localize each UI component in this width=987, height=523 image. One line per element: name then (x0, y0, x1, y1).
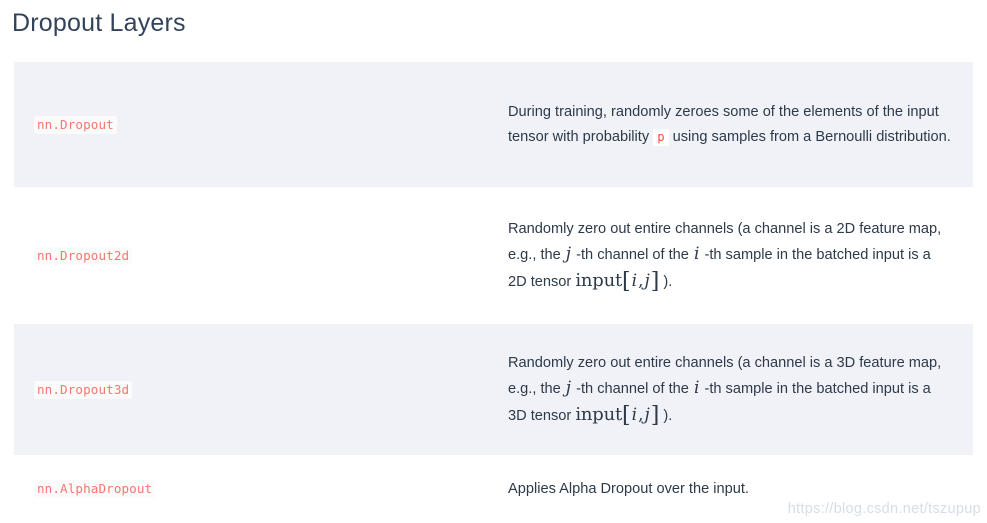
api-description-cell: Applies Alpha Dropout over the input. (508, 455, 973, 523)
description-text-segment: using samples from a Bernoulli distribut… (668, 128, 951, 145)
api-name-cell: nn.Dropout2d (14, 187, 508, 324)
math-index-i: i (631, 404, 638, 425)
api-name-link[interactable]: nn.AlphaDropout (34, 480, 156, 498)
api-description-cell: Randomly zero out entire channels (a cha… (508, 187, 973, 324)
math-input-label: input (575, 269, 623, 291)
api-description-cell: During training, randomly zeroes some of… (508, 62, 973, 187)
dropout-layers-table: nn.Dropout During training, randomly zer… (14, 62, 973, 523)
description-text-segment: ). (659, 273, 673, 290)
table-row[interactable]: nn.Dropout2d Randomly zero out entire ch… (14, 187, 973, 324)
api-name-link[interactable]: nn.Dropout (34, 115, 117, 134)
math-left-bracket: [ (622, 268, 631, 294)
math-symbol-j: j (565, 377, 572, 398)
api-name-cell: nn.Dropout (14, 62, 508, 187)
description-text-segment: -th channel of the (572, 380, 693, 397)
math-symbol-j: j (565, 243, 572, 264)
doc-page: Dropout Layers nn.Dropout During trainin… (0, 0, 987, 523)
description-text-segment: -th channel of the (572, 246, 693, 263)
description-text-segment: Applies Alpha Dropout over the input. (508, 480, 749, 497)
api-name-cell: nn.Dropout3d (14, 324, 508, 455)
math-index-j: j (644, 404, 650, 425)
table-row[interactable]: nn.AlphaDropout Applies Alpha Dropout ov… (14, 455, 973, 523)
math-left-bracket: [ (622, 402, 631, 428)
inline-code-p: p (653, 128, 669, 146)
api-description-cell: Randomly zero out entire channels (a cha… (508, 324, 973, 455)
page-title: Dropout Layers (12, 9, 186, 37)
api-name-link[interactable]: nn.Dropout2d (34, 246, 133, 265)
description-text-segment: ). (659, 407, 673, 424)
math-input-label: input (575, 403, 623, 425)
math-index-j: j (644, 270, 650, 291)
table-row[interactable]: nn.Dropout During training, randomly zer… (14, 62, 973, 187)
api-name-cell: nn.AlphaDropout (14, 455, 508, 523)
table-row[interactable]: nn.Dropout3d Randomly zero out entire ch… (14, 324, 973, 455)
api-name-link[interactable]: nn.Dropout3d (34, 380, 133, 399)
math-index-i: i (631, 270, 638, 291)
